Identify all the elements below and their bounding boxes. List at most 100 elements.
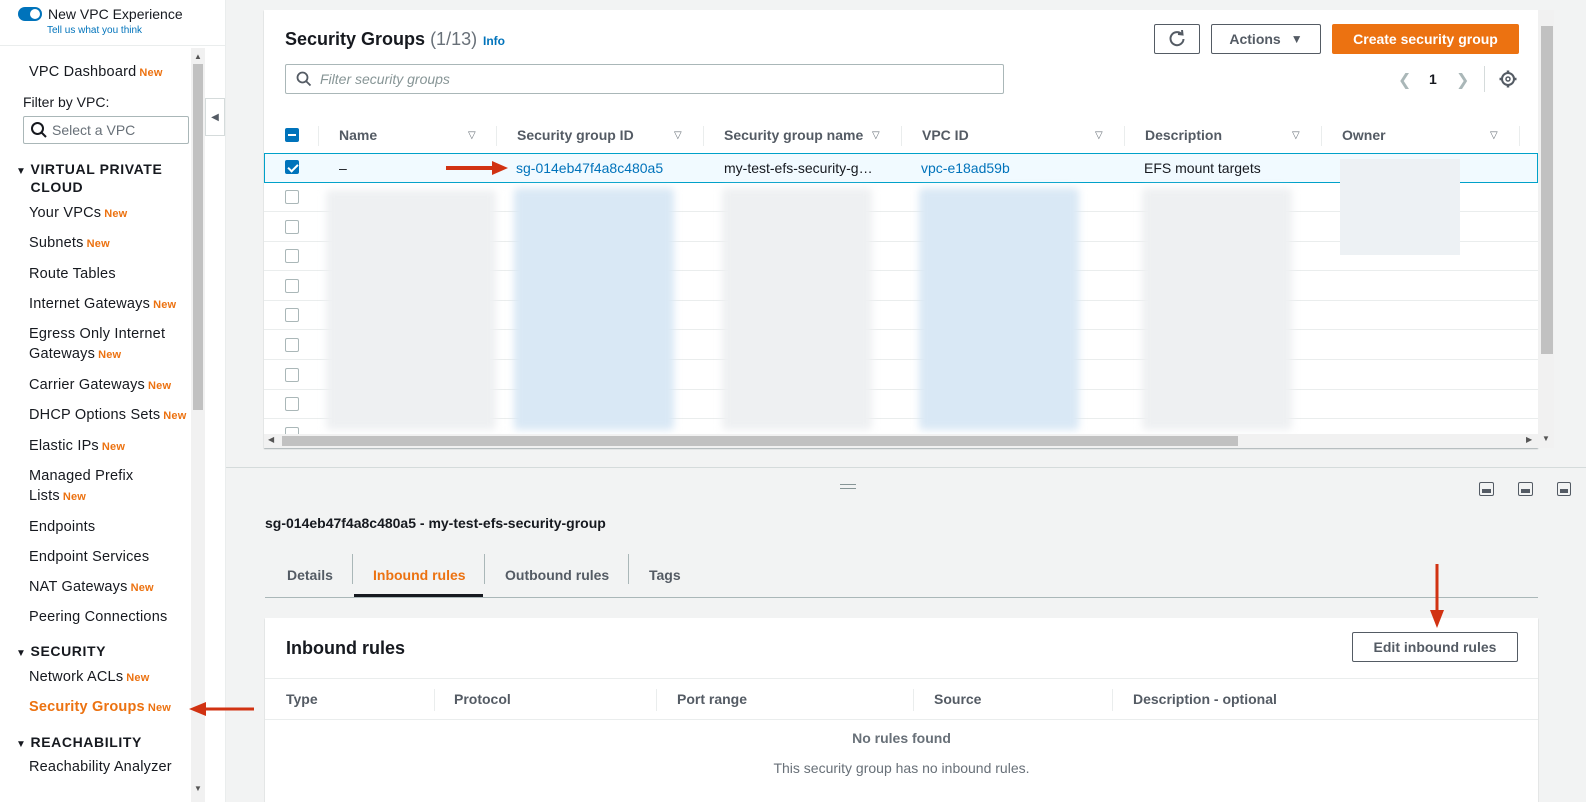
tab-inbound-rules[interactable]: Inbound rules	[373, 552, 466, 597]
feedback-link[interactable]: Tell us what you think	[47, 25, 183, 36]
column-header-sg-id[interactable]: Security group ID	[517, 116, 634, 154]
divider	[496, 126, 497, 146]
info-link[interactable]: Info	[483, 34, 505, 48]
section-vpc[interactable]: ▼ VIRTUAL PRIVATE CLOUD	[16, 160, 181, 196]
column-header-sg-name[interactable]: Security group name	[724, 116, 863, 154]
row-checkbox[interactable]	[285, 220, 299, 234]
split-view-full-icon[interactable]	[1557, 482, 1571, 496]
sidebar-item-security-groups[interactable]: Security Groups New	[29, 697, 171, 718]
row-checkbox[interactable]	[285, 308, 299, 322]
sidebar-item-label: Carrier Gateways	[29, 377, 146, 393]
cell-name: –	[339, 160, 347, 176]
sidebar-item-your-vpcs[interactable]: Your VPCs New	[29, 203, 127, 224]
scroll-down-icon[interactable]: ▼	[194, 784, 202, 793]
select-all-checkbox[interactable]	[285, 128, 299, 142]
new-badge: New	[126, 672, 150, 684]
row-checkbox[interactable]	[285, 338, 299, 352]
divider	[434, 689, 435, 711]
scroll-right-icon[interactable]: ▶	[1526, 435, 1532, 444]
tab-tags[interactable]: Tags	[649, 552, 681, 597]
refresh-button[interactable]	[1154, 24, 1200, 54]
search-icon	[296, 71, 312, 87]
sort-icon[interactable]: ▽	[468, 130, 476, 141]
sort-icon[interactable]: ▽	[872, 130, 880, 141]
new-badge: New	[147, 702, 172, 714]
sidebar-item-internet-gateways[interactable]: Internet Gateways New	[29, 294, 176, 315]
column-header-protocol[interactable]: Protocol	[454, 691, 511, 707]
sidebar-item-endpoint-services[interactable]: Endpoint Services	[29, 547, 149, 567]
sidebar-item-route-tables[interactable]: Route Tables	[29, 264, 116, 284]
divider	[913, 689, 914, 711]
sidebar-item-label: Subnets	[29, 235, 84, 251]
sidebar-item-endpoints[interactable]: Endpoints	[29, 517, 95, 537]
row-checkbox[interactable]	[285, 190, 299, 204]
cell-sg-id-link[interactable]: sg-014eb47f4a8c480a5	[516, 160, 663, 176]
sidebar-item-elastic-ips[interactable]: Elastic IPs New	[29, 436, 125, 457]
scroll-left-icon[interactable]: ◀	[268, 435, 274, 444]
sidebar-item-managed-prefix-lists[interactable]: Managed Prefix Lists New	[29, 466, 133, 507]
chevron-right-icon[interactable]: ❯	[1456, 70, 1469, 90]
sidebar-item-vpc-dashboard[interactable]: VPC Dashboard New	[29, 62, 163, 83]
new-vpc-experience: New VPC Experience Tell us what you thin…	[18, 6, 183, 36]
detail-title: sg-014eb47f4a8c480a5 - my-test-efs-secur…	[265, 515, 606, 531]
new-badge: New	[130, 582, 154, 594]
sidebar-item-dhcp-options[interactable]: DHCP Options Sets New	[29, 405, 187, 426]
sidebar-item-reachability-analyzer[interactable]: Reachability Analyzer	[29, 757, 172, 777]
create-security-group-button[interactable]: Create security group	[1332, 24, 1519, 54]
section-security[interactable]: ▼ SECURITY	[16, 642, 106, 663]
tab-outbound-rules[interactable]: Outbound rules	[505, 552, 609, 597]
new-vpc-toggle[interactable]	[18, 7, 42, 21]
new-badge: New	[148, 380, 172, 392]
vpc-filter-select[interactable]: Select a VPC	[23, 116, 189, 144]
column-header-name[interactable]: Name	[339, 116, 377, 154]
column-header-source[interactable]: Source	[934, 691, 981, 707]
scroll-down-icon[interactable]: ▼	[1542, 434, 1550, 443]
cell-vpc-id-link[interactable]: vpc-e18ad59b	[921, 160, 1010, 176]
sort-icon[interactable]: ▽	[1095, 130, 1103, 141]
column-header-type[interactable]: Type	[286, 691, 318, 707]
row-checkbox[interactable]	[285, 249, 299, 263]
tab-details[interactable]: Details	[287, 552, 333, 597]
sort-icon[interactable]: ▽	[674, 130, 682, 141]
sidebar-scrollbar-thumb[interactable]	[193, 64, 203, 410]
divider	[1484, 66, 1485, 92]
gear-icon[interactable]	[1499, 70, 1517, 91]
vertical-scrollbar-thumb[interactable]	[1541, 26, 1553, 354]
filter-security-groups-input[interactable]: Filter security groups	[285, 64, 1004, 94]
sidebar-item-subnets[interactable]: Subnets New	[29, 233, 110, 254]
column-header-description[interactable]: Description - optional	[1133, 691, 1277, 707]
row-checkbox[interactable]	[285, 160, 299, 174]
chevron-left-icon[interactable]: ❮	[1398, 70, 1411, 90]
caret-down-icon: ▼	[1290, 32, 1303, 46]
actions-button[interactable]: Actions ▼	[1211, 24, 1321, 54]
sidebar-item-nat-gateways[interactable]: NAT Gateways New	[29, 577, 154, 598]
divider	[628, 554, 629, 584]
row-checkbox[interactable]	[285, 397, 299, 411]
column-header-vpc-id[interactable]: VPC ID	[922, 116, 969, 154]
collapse-sidebar-button[interactable]: ◀	[205, 98, 225, 136]
sidebar-item-carrier-gateways[interactable]: Carrier Gateways New	[29, 375, 171, 396]
caret-down-icon: ▼	[16, 166, 27, 177]
section-label: SECURITY	[30, 643, 107, 659]
new-badge: New	[139, 67, 163, 79]
page-number[interactable]: 1	[1429, 71, 1437, 87]
sidebar-item-egress-gateways[interactable]: Egress Only Internet Gateways New	[29, 324, 165, 365]
scroll-up-icon[interactable]: ▲	[194, 52, 202, 61]
caret-left-icon: ◀	[211, 111, 219, 123]
split-view-side-icon[interactable]	[1518, 482, 1533, 496]
sort-icon[interactable]: ▽	[1292, 130, 1300, 141]
section-reachability[interactable]: ▼ REACHABILITY	[16, 733, 142, 754]
column-header-description[interactable]: Description	[1145, 116, 1222, 154]
sidebar-item-network-acls[interactable]: Network ACLs New	[29, 667, 149, 688]
split-view-bottom-icon[interactable]	[1479, 482, 1494, 496]
resize-handle-icon[interactable]	[840, 484, 856, 489]
horizontal-scrollbar-thumb[interactable]	[282, 436, 1238, 446]
column-header-port-range[interactable]: Port range	[677, 691, 747, 707]
sidebar-item-peering-connections[interactable]: Peering Connections	[29, 607, 167, 627]
sort-icon[interactable]: ▽	[1490, 130, 1498, 141]
edit-inbound-rules-button[interactable]: Edit inbound rules	[1352, 632, 1518, 662]
column-header-owner[interactable]: Owner	[1342, 116, 1386, 154]
row-checkbox[interactable]	[285, 279, 299, 293]
redacted-area	[1142, 188, 1292, 430]
row-checkbox[interactable]	[285, 368, 299, 382]
